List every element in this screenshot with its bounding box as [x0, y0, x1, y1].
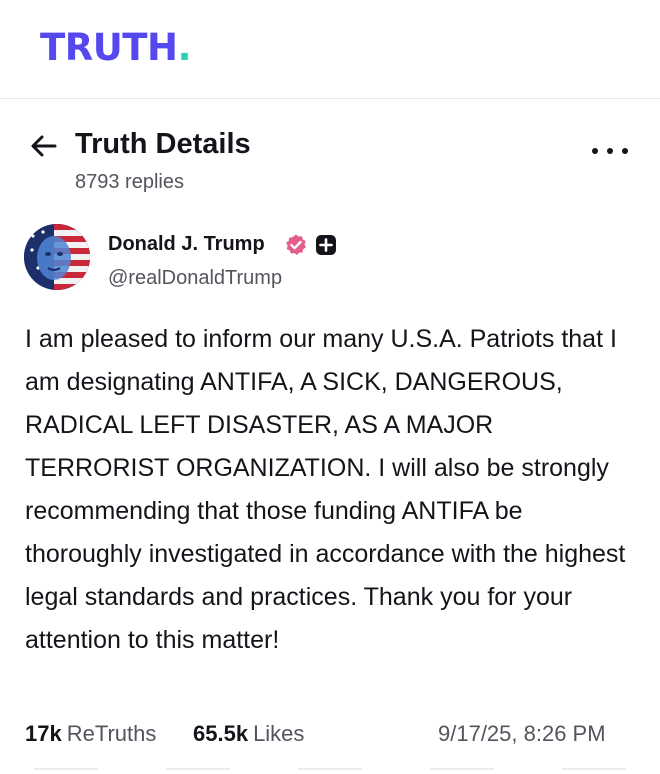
reply-count: 8793 replies [75, 171, 184, 193]
plus-badge-icon [316, 235, 336, 255]
post-timestamp: 9/17/25, 8:26 PM [438, 721, 606, 746]
post-stats: 17k ReTruths 65.5k Likes 9/17/25, 8:26 PM [0, 716, 660, 752]
likes-stat[interactable]: 65.5k Likes [193, 716, 304, 752]
page-title: Truth Details [75, 128, 251, 160]
action-divider [430, 768, 494, 770]
more-horizontal-icon [607, 148, 613, 154]
action-bar-edge [0, 768, 660, 774]
truth-logo[interactable]: TRUTH. [40, 26, 192, 70]
author-name[interactable]: Donald J. Trump [108, 231, 265, 257]
more-options-button[interactable] [592, 144, 628, 158]
post-author: Donald J. Trump @realDonaldTrump [0, 222, 660, 294]
post-text: I am pleased to inform our many U.S.A. P… [25, 325, 626, 654]
logo-text: TRUTH [40, 26, 178, 69]
action-divider [166, 768, 230, 770]
back-button[interactable] [28, 132, 60, 160]
author-handle[interactable]: @realDonaldTrump [108, 265, 282, 291]
more-horizontal-icon [592, 148, 598, 154]
truth-details-header: Truth Details 8793 replies [0, 118, 660, 198]
logo-dot: . [177, 26, 192, 69]
avatar-image [24, 224, 90, 290]
action-divider [562, 768, 626, 770]
action-divider [34, 768, 98, 770]
avatar[interactable] [24, 224, 90, 290]
author-badges [284, 232, 337, 258]
retruths-label: ReTruths [66, 721, 157, 746]
verified-badge-icon [286, 234, 306, 255]
retruths-count: 17k [25, 721, 62, 746]
likes-count: 65.5k [193, 721, 249, 746]
retruths-stat[interactable]: 17k ReTruths [25, 716, 156, 752]
likes-label: Likes [253, 721, 305, 746]
app-header: TRUTH. [0, 0, 660, 99]
action-divider [298, 768, 362, 770]
arrow-left-icon [31, 135, 57, 157]
more-horizontal-icon [622, 148, 628, 154]
